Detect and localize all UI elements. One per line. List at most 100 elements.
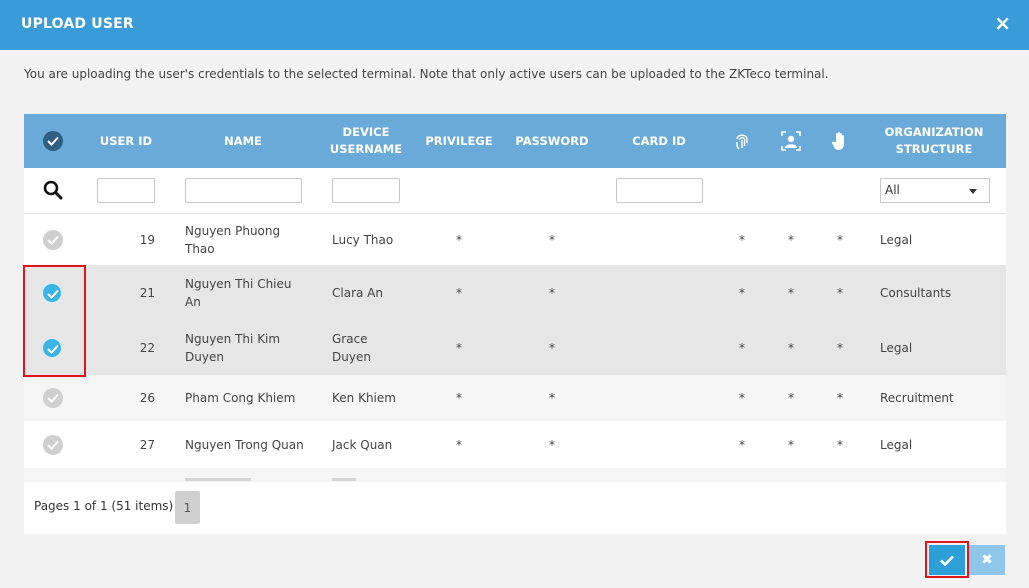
table-row-partial	[24, 468, 1006, 482]
grid-header: USER ID NAME DEVICE USERNAME PRIVILEGE P…	[24, 114, 1006, 168]
fingerprint-cell: *	[739, 391, 745, 405]
organization-filter-value: All	[885, 183, 900, 197]
clipped-text	[185, 478, 251, 481]
privilege-cell: *	[456, 340, 462, 355]
check-icon	[940, 555, 954, 566]
pager-summary: Pages 1 of 1 (51 items)	[34, 499, 174, 513]
col-name[interactable]: NAME	[183, 114, 303, 168]
palm-cell: *	[837, 232, 843, 247]
name-line: An	[185, 294, 201, 309]
face-icon	[779, 114, 803, 168]
table-row[interactable]: 21 Nguyen Thi Chieu An Clara An * * * * …	[24, 265, 1006, 320]
col-org-line2: STRUCTURE	[895, 142, 973, 156]
filter-row: All	[24, 168, 1006, 214]
name-line: Thao	[185, 241, 215, 256]
face-cell: *	[788, 285, 794, 300]
row-checkbox[interactable]	[43, 434, 63, 455]
password-cell: *	[549, 437, 555, 452]
col-device-username-line1: DEVICE	[342, 125, 390, 139]
chevron-down-icon	[969, 189, 977, 194]
col-card-id[interactable]: CARD ID	[609, 114, 709, 168]
dialog-title: UPLOAD USER	[21, 16, 134, 32]
fingerprint-icon	[730, 114, 754, 168]
confirm-upload-button[interactable]	[929, 545, 965, 575]
user-id-cell: 26	[139, 391, 155, 405]
selection-highlight	[23, 265, 86, 377]
face-cell: *	[788, 340, 794, 355]
palm-cell: *	[837, 437, 843, 452]
password-cell: *	[549, 232, 555, 247]
name-cell: Nguyen Thi Chieu An	[185, 265, 292, 320]
name-line: Duyen	[185, 349, 224, 364]
name-filter-input[interactable]	[185, 178, 302, 203]
face-cell: *	[788, 232, 794, 247]
palm-icon	[828, 114, 852, 168]
user-id-cell: 22	[139, 340, 155, 355]
device-username-filter-input[interactable]	[332, 178, 400, 203]
device-username-cell: Jack Quan	[332, 437, 393, 452]
organization-cell: Consultants	[880, 285, 952, 300]
name-line: Nguyen Thi Chieu	[185, 276, 292, 291]
dialog-title-bar: UPLOAD USER ×	[0, 0, 1029, 50]
palm-cell: *	[837, 391, 843, 405]
face-cell: *	[788, 437, 794, 452]
fingerprint-cell: *	[739, 232, 745, 247]
organization-cell: Legal	[880, 340, 913, 355]
close-icon[interactable]: ×	[994, 13, 1011, 33]
col-org-line1: ORGANIZATION	[884, 125, 984, 139]
table-row[interactable]: 26 Pham Cong Khiem Ken Khiem * * * * * R…	[24, 375, 1006, 421]
password-cell: *	[549, 391, 555, 405]
user-id-cell: 19	[139, 232, 155, 247]
col-device-username-line2: USERNAME	[329, 142, 403, 156]
fingerprint-cell: *	[739, 340, 745, 355]
palm-cell: *	[837, 340, 843, 355]
search-icon	[43, 180, 63, 204]
col-device-username[interactable]: DEVICE USERNAME	[316, 114, 416, 168]
name-cell: Nguyen Trong Quan	[185, 437, 304, 452]
name-cell: Pham Cong Khiem	[185, 391, 296, 405]
device-username-cell: Ken Khiem	[332, 391, 396, 405]
privilege-cell: *	[456, 232, 462, 247]
device-username-line: Duyen	[332, 349, 371, 364]
col-organization-structure[interactable]: ORGANIZATION STRUCTURE	[874, 114, 994, 168]
clipped-text	[332, 478, 356, 481]
organization-filter-select[interactable]: All	[880, 178, 990, 203]
user-id-filter-input[interactable]	[97, 178, 155, 203]
fingerprint-cell: *	[739, 437, 745, 452]
row-checkbox[interactable]	[43, 229, 63, 250]
device-username-line: Grace	[332, 331, 368, 346]
user-id-cell: 21	[139, 285, 155, 300]
device-username-cell: Clara An	[332, 285, 383, 300]
organization-cell: Legal	[880, 232, 913, 247]
device-username-cell: Lucy Thao	[332, 232, 394, 247]
table-row[interactable]: 27 Nguyen Trong Quan Jack Quan * * * * *…	[24, 421, 1006, 468]
organization-cell: Recruitment	[880, 391, 954, 405]
col-privilege[interactable]: PRIVILEGE	[419, 114, 499, 168]
table-row[interactable]: 19 Nguyen Phuong Thao Lucy Thao * * * * …	[24, 214, 1006, 265]
password-cell: *	[549, 285, 555, 300]
privilege-cell: *	[456, 391, 462, 405]
palm-cell: *	[837, 285, 843, 300]
privilege-cell: *	[456, 285, 462, 300]
privilege-cell: *	[456, 437, 462, 452]
cancel-button[interactable]: ✖	[969, 545, 1005, 575]
page-button-1[interactable]: 1	[175, 491, 200, 524]
name-cell: Nguyen Thi Kim Duyen	[185, 320, 280, 375]
name-cell: Nguyen Phuong Thao	[185, 214, 280, 265]
card-id-filter-input[interactable]	[616, 178, 703, 203]
col-password[interactable]: PASSWORD	[512, 114, 592, 168]
select-all-cell	[24, 114, 82, 168]
col-user-id[interactable]: USER ID	[86, 114, 166, 168]
grid-pager: Pages 1 of 1 (51 items) 1	[24, 482, 1006, 534]
upload-note: You are uploading the user's credentials…	[24, 67, 829, 81]
select-all-checkbox[interactable]	[43, 131, 63, 151]
row-checkbox[interactable]	[43, 388, 63, 408]
user-id-cell: 27	[139, 437, 155, 452]
face-cell: *	[788, 391, 794, 405]
password-cell: *	[549, 340, 555, 355]
name-line: Nguyen Phuong	[185, 223, 281, 238]
table-row[interactable]: 22 Nguyen Thi Kim Duyen Grace Duyen * * …	[24, 320, 1006, 375]
organization-cell: Legal	[880, 437, 913, 452]
user-grid: USER ID NAME DEVICE USERNAME PRIVILEGE P…	[24, 114, 1006, 534]
fingerprint-cell: *	[739, 285, 745, 300]
